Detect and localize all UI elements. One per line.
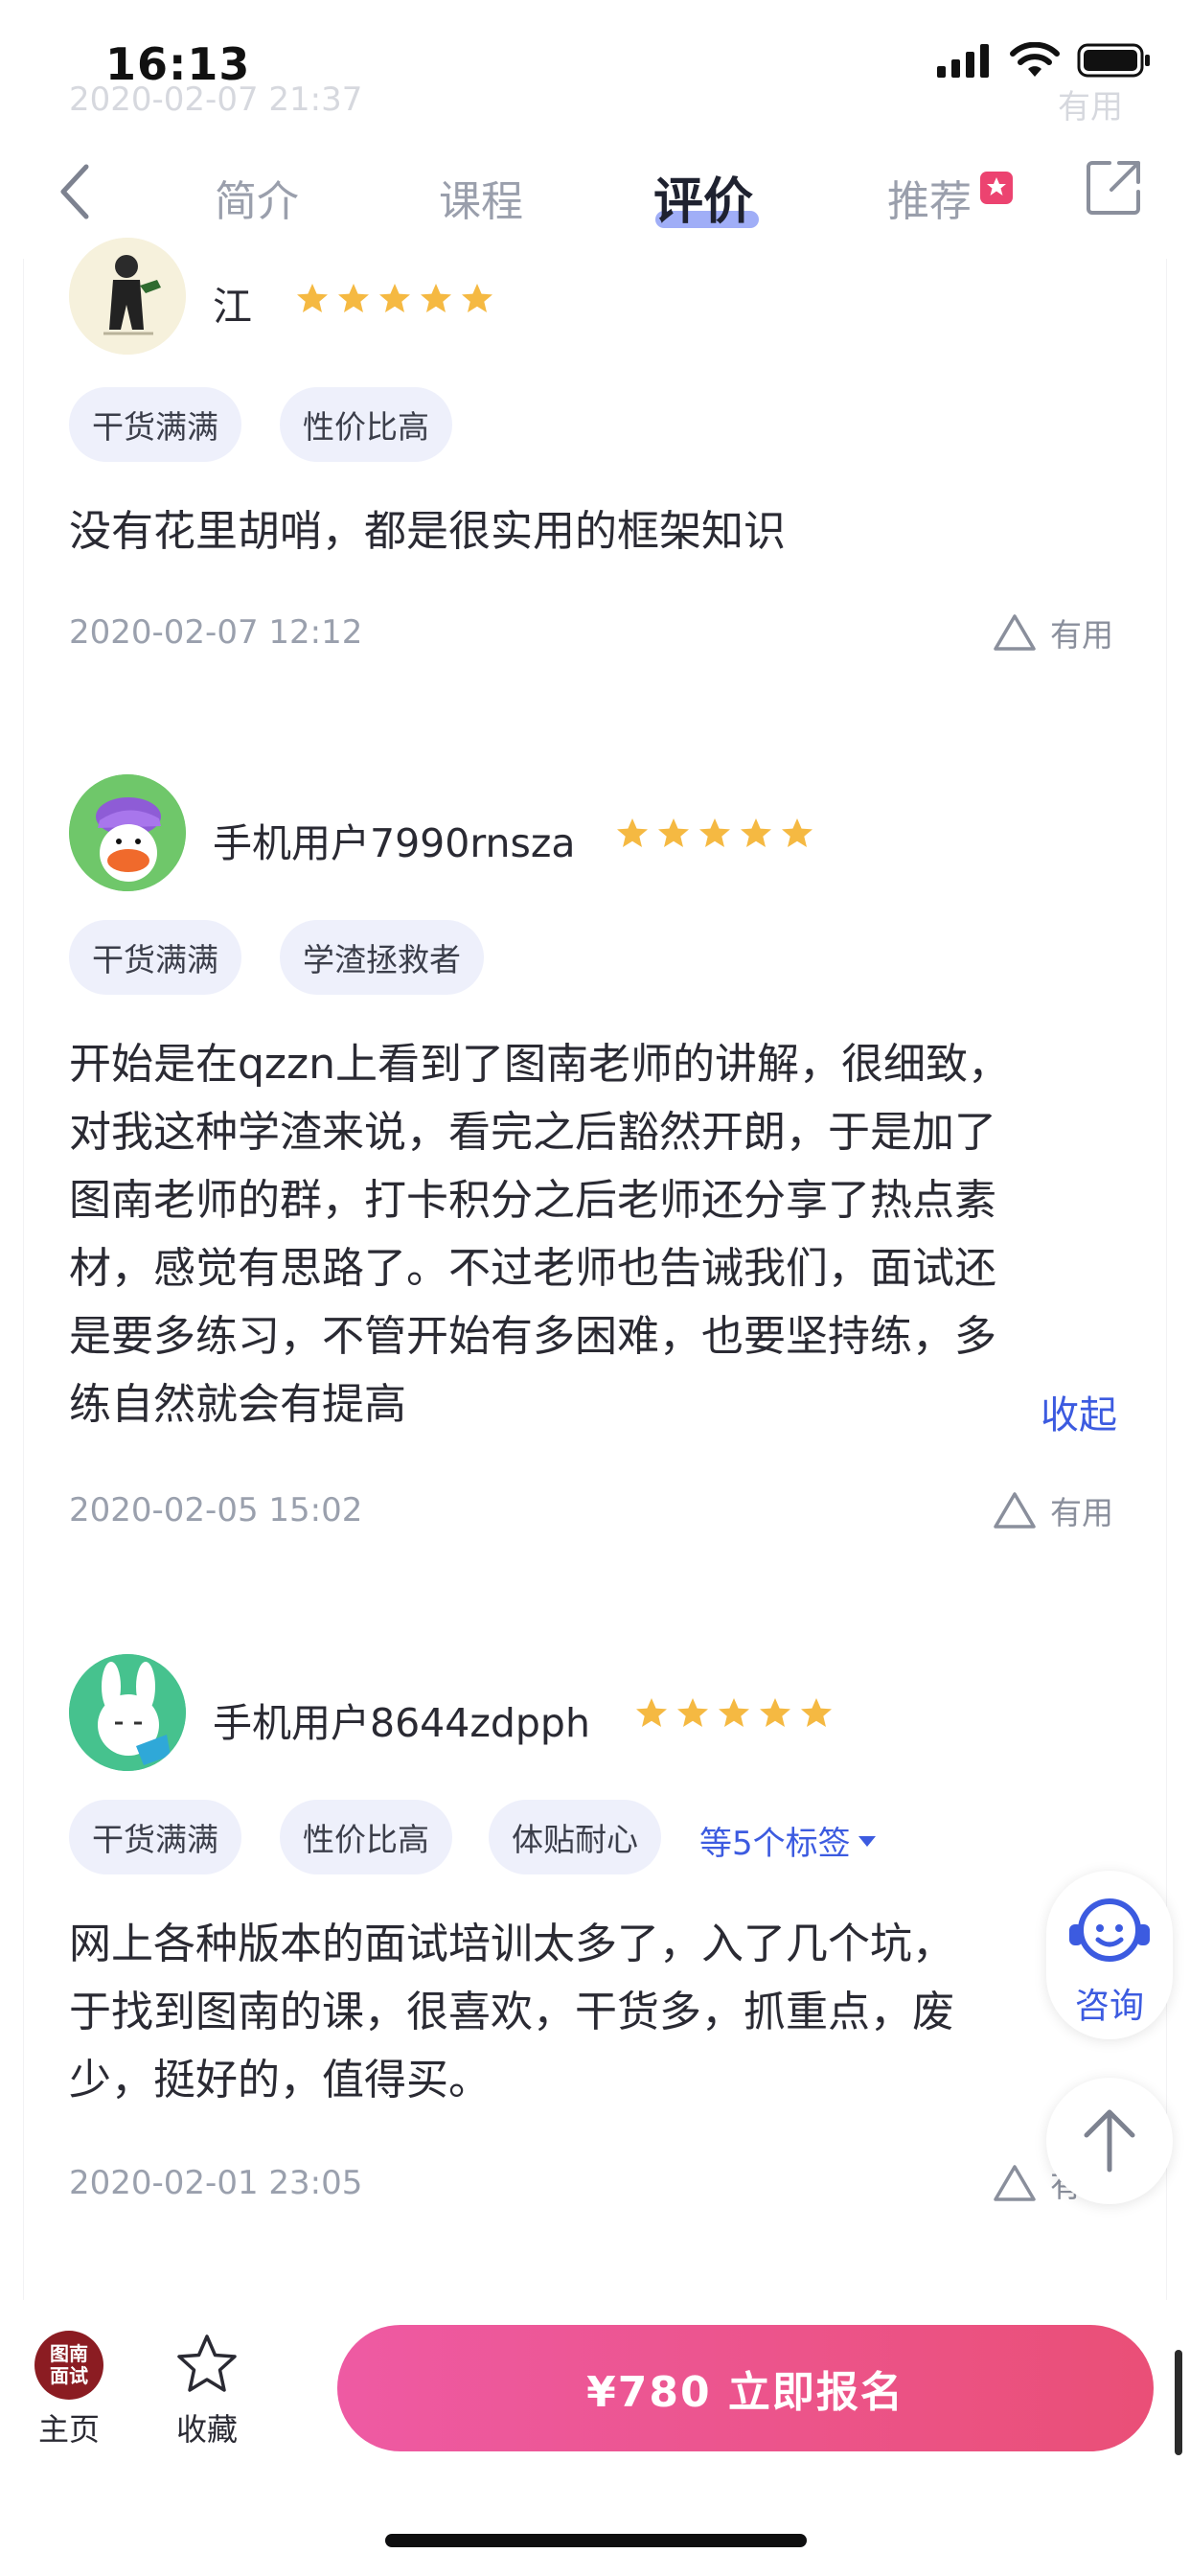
star-icon: [421, 284, 451, 312]
useful-triangle-icon: [994, 2165, 1036, 2201]
review-tag: 干货满满: [69, 387, 241, 462]
home-label[interactable]: 主页: [38, 2405, 100, 2450]
review-tag: 干货满满: [69, 920, 241, 995]
star-rating: [615, 816, 814, 849]
star-icon: [760, 1698, 790, 1727]
star-icon: [462, 284, 492, 312]
tab-recommend[interactable]: 推荐: [887, 167, 972, 228]
consult-button[interactable]: 咨询: [1046, 1871, 1173, 2039]
logo-text-line: 面试: [50, 2364, 88, 2387]
logo-text-line: 图南: [50, 2342, 88, 2365]
recommend-badge-icon: [980, 172, 1013, 204]
more-tags-label: 等5个标签: [699, 1825, 851, 1863]
top-nav: 简介 课程 评价 推荐: [0, 144, 1190, 259]
useful-triangle-icon: [994, 614, 1036, 651]
scroll-top-button[interactable]: [1046, 2078, 1173, 2204]
back-icon[interactable]: [54, 161, 96, 222]
previous-review-useful: 有用: [1058, 88, 1123, 126]
review-text-line: 少，挺好的，值得买。: [69, 2056, 491, 2104]
review-tag: 性价比高: [280, 1800, 452, 1874]
review-tag: 干货满满: [69, 1800, 241, 1874]
star-icon: [297, 284, 328, 312]
review-date: 2020-02-07 12:12: [69, 613, 363, 652]
review-text-line: 没有花里胡哨，都是很实用的框架知识: [69, 507, 786, 556]
wifi-icon: [1010, 42, 1060, 77]
star-icon: [741, 818, 771, 847]
review-text-line: 对我这种学渣来说，看完之后豁然开朗，于是加了: [69, 1108, 996, 1157]
star-icon: [617, 818, 648, 847]
review-text-line: 图南老师的群，打卡积分之后老师还分享了热点素: [69, 1176, 996, 1225]
useful-label: 有用: [1050, 1494, 1113, 1531]
star-icon: [379, 284, 410, 312]
star-icon: [699, 818, 730, 847]
caret-down-icon: [858, 1835, 876, 1847]
review-text-line: 网上各种版本的面试培训太多了，入了几个坑，: [69, 1920, 954, 1968]
review-text-line: 练自然就会有提高: [69, 1380, 406, 1429]
tab-intro[interactable]: 简介: [215, 167, 299, 228]
tab-course[interactable]: 课程: [439, 167, 523, 228]
review-text-line: 开始是在qzzn上看到了图南老师的讲解，很细致，: [69, 1040, 1011, 1089]
star-icon: [636, 1698, 667, 1727]
tab-reviews[interactable]: 评价: [653, 161, 753, 233]
star-icon: [677, 1698, 708, 1727]
useful-triangle-icon: [994, 1492, 1036, 1529]
avatar[interactable]: [69, 238, 186, 355]
review-username[interactable]: 手机用户7990rnsza: [213, 811, 575, 868]
review-username[interactable]: 江: [213, 274, 252, 332]
signal-icon: [937, 44, 989, 78]
battery-icon: [1077, 43, 1150, 78]
star-rating: [634, 1696, 834, 1729]
avatar-image: [69, 238, 186, 355]
support-face-icon: [1069, 1898, 1150, 1962]
review-text-line: 是要多练习，不管开始有多困难，也要坚持练，多: [69, 1312, 996, 1361]
star-outline-icon[interactable]: [174, 2333, 240, 2396]
home-logo[interactable]: 图南 面试: [34, 2331, 103, 2400]
star-icon: [719, 1698, 749, 1727]
collapse-link[interactable]: 收起: [1041, 1384, 1117, 1439]
avatar[interactable]: [69, 774, 186, 891]
avatar[interactable]: [69, 1654, 186, 1771]
favorite-label[interactable]: 收藏: [176, 2405, 238, 2450]
more-tags-link[interactable]: 等5个标签: [699, 1817, 878, 1864]
home-indicator: [385, 2534, 807, 2547]
review-text-line: 材，感觉有思路了。不过老师也告诫我们，面试还: [69, 1244, 996, 1293]
star-rating: [295, 282, 494, 314]
review-tag: 体贴耐心: [489, 1800, 661, 1874]
previous-review-date: 2020-02-07 21:37: [69, 80, 363, 119]
review-tag: 性价比高: [280, 387, 452, 462]
useful-button[interactable]: 有用: [993, 1487, 1113, 1533]
consult-label: 咨询: [1074, 1987, 1144, 2026]
star-icon: [658, 818, 689, 847]
useful-label: 有用: [1050, 616, 1113, 654]
avatar-image: [69, 774, 186, 891]
enroll-button[interactable]: ¥780 立即报名: [337, 2325, 1154, 2451]
review-date: 2020-02-05 15:02: [69, 1491, 363, 1530]
review-tag: 学渣拯救者: [280, 920, 484, 995]
scrollbar[interactable]: [1175, 2350, 1182, 2455]
share-icon[interactable]: [1085, 159, 1142, 217]
review-text-line: 于找到图南的课，很喜欢，干货多，抓重点，废: [69, 1988, 954, 2036]
arrow-up-icon: [1084, 2109, 1135, 2173]
star-icon: [338, 284, 369, 312]
avatar-image: [69, 1654, 186, 1771]
review-date: 2020-02-01 23:05: [69, 2164, 363, 2202]
review-username[interactable]: 手机用户8644zdpph: [213, 1690, 590, 1748]
star-icon: [782, 818, 812, 847]
star-icon: [801, 1698, 832, 1727]
status-icons: [937, 42, 1152, 79]
useful-button[interactable]: 有用: [993, 610, 1113, 656]
